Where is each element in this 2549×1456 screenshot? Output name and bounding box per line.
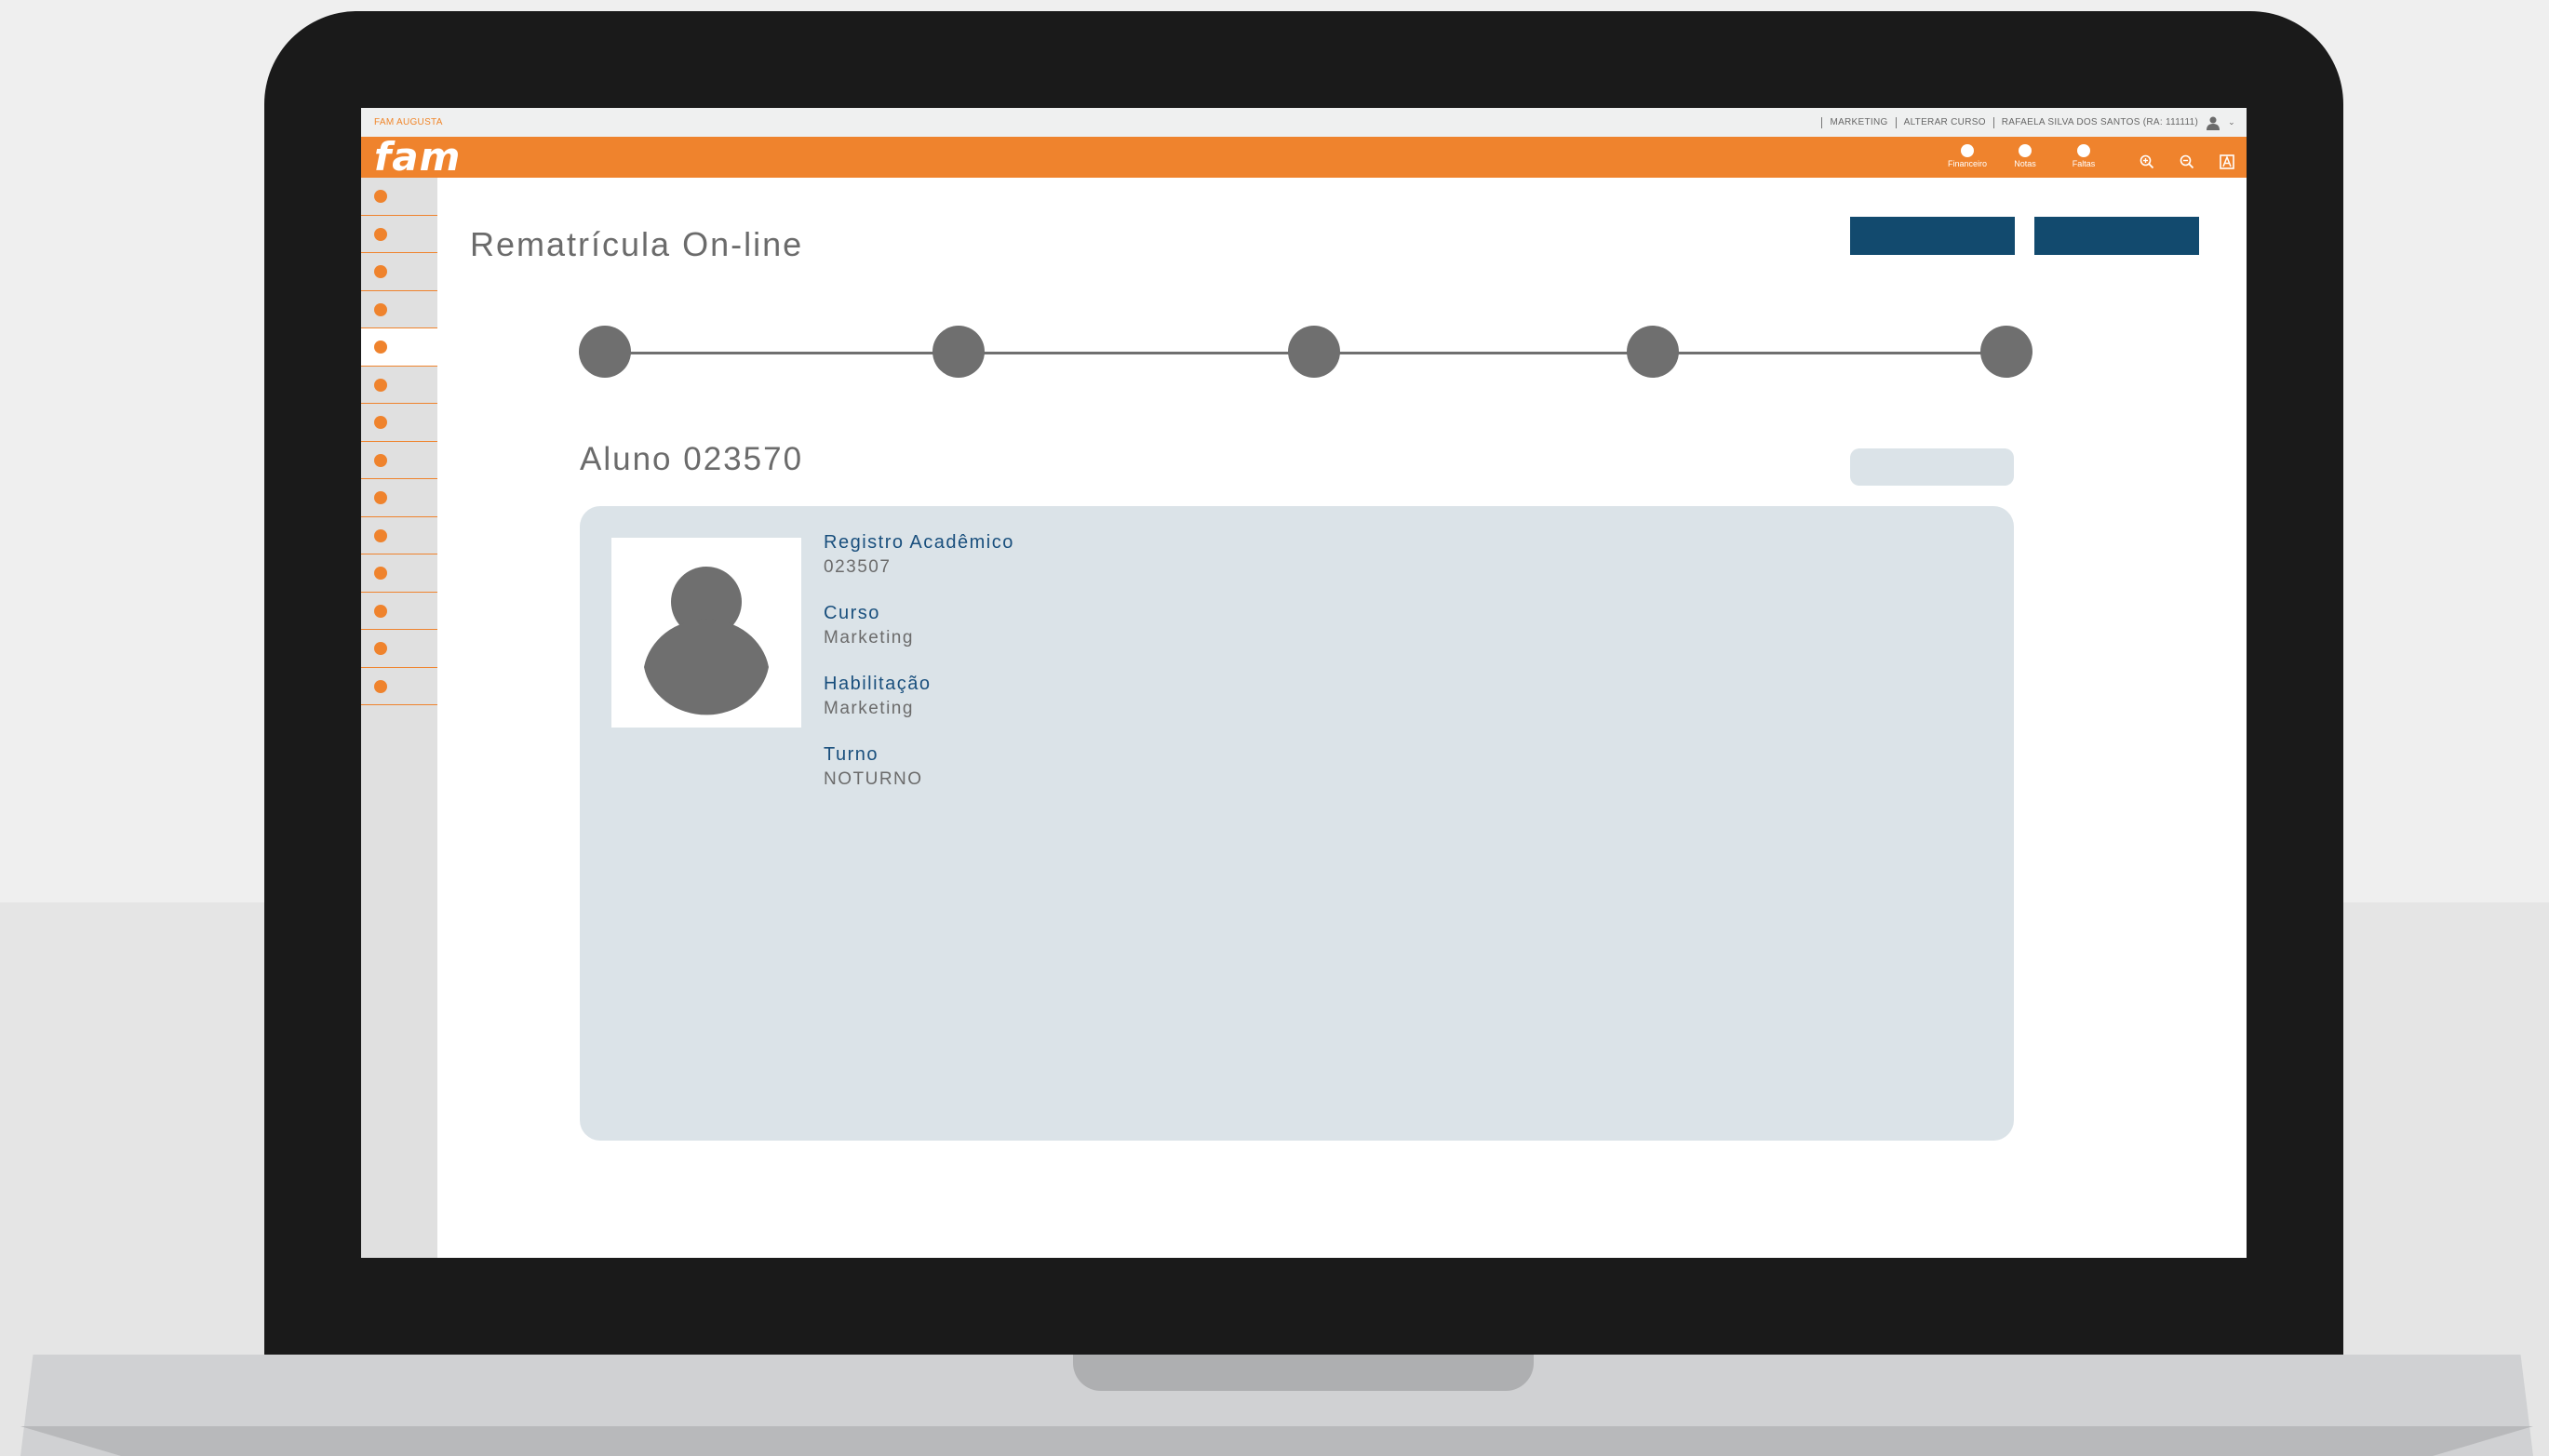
bullet-icon: [374, 604, 387, 618]
sidebar-item-1[interactable]: [361, 178, 437, 216]
sidebar-item-8[interactable]: [361, 442, 437, 479]
avatar: [611, 538, 801, 728]
step-4[interactable]: [1627, 326, 1679, 378]
contrast-icon: [2220, 154, 2234, 169]
student-fields: Registro Acadêmico 023507 Curso Marketin…: [824, 532, 1014, 815]
bullet-icon: [374, 679, 387, 693]
field-value: NOTURNO: [824, 769, 923, 789]
contrast-button[interactable]: [2219, 154, 2235, 170]
top-nav: MARKETING ALTERAR CURSO RAFAELA SILVA DO…: [1821, 108, 2235, 137]
bullet-icon: [374, 491, 387, 504]
step-3[interactable]: [1288, 326, 1340, 378]
field-value: Marketing: [824, 628, 914, 648]
sidebar-item-14[interactable]: [361, 668, 437, 705]
field-label: Habilitação: [824, 674, 932, 694]
bullet-icon: [374, 190, 387, 203]
user-icon[interactable]: [2206, 115, 2220, 130]
zoom-in-button[interactable]: [2139, 154, 2155, 170]
course-link[interactable]: MARKETING: [1830, 117, 1887, 127]
sidebar-item-10[interactable]: [361, 517, 437, 554]
bullet-icon: [374, 642, 387, 655]
zoom-in-icon: [2140, 154, 2154, 169]
user-name-link[interactable]: RAFAELA SILVA DOS SANTOS (RA: 111111): [2002, 117, 2198, 127]
field-label: Turno: [824, 744, 879, 765]
bullet-icon: [374, 227, 387, 241]
sidebar-item-6[interactable]: [361, 367, 437, 404]
sidebar-item-11[interactable]: [361, 554, 437, 593]
header-item-label: Financeiro: [1947, 159, 1988, 168]
header-item-financeiro[interactable]: Financeiro: [1939, 144, 1995, 168]
field-label: Registro Acadêmico: [824, 532, 1014, 553]
app-screen: FAM AUGUSTA MARKETING ALTERAR CURSO RAFA…: [361, 108, 2247, 1258]
header-item-label: Notas: [2014, 159, 2036, 168]
header-item-notas[interactable]: Notas: [1997, 144, 2053, 168]
bullet-icon: [374, 378, 387, 392]
bullet-icon: [374, 528, 387, 542]
zoom-out-button[interactable]: [2179, 154, 2195, 170]
field-label: Curso: [824, 603, 880, 623]
step-5[interactable]: [1980, 326, 2032, 378]
laptop-base-edge: [20, 1426, 2533, 1456]
field-value: 023507: [824, 557, 892, 577]
top-bar: FAM AUGUSTA MARKETING ALTERAR CURSO RAFA…: [361, 108, 2247, 137]
sidebar-item-5[interactable]: [361, 328, 437, 367]
campus-name: FAM AUGUSTA: [374, 117, 443, 127]
circle-icon: [2019, 144, 2032, 157]
sidebar-item-7[interactable]: [361, 404, 437, 442]
main-header: fam Financeiro Notas Faltas: [361, 137, 2247, 178]
bullet-icon: [374, 341, 387, 354]
bullet-icon: [374, 567, 387, 580]
laptop-notch: [1073, 1355, 1534, 1391]
page-title: Rematrícula On-line: [470, 225, 804, 263]
sidebar-item-9[interactable]: [361, 479, 437, 517]
field-turno: Turno NOTURNO: [824, 744, 1014, 790]
divider: [1821, 116, 1823, 128]
action-button-1[interactable]: [1850, 217, 2015, 255]
action-button-2[interactable]: [2034, 217, 2199, 255]
sidebar-item-12[interactable]: [361, 593, 437, 630]
chevron-down-icon[interactable]: ⌄: [2228, 117, 2235, 127]
change-course-link[interactable]: ALTERAR CURSO: [1904, 117, 1986, 127]
field-value: Marketing: [824, 699, 914, 718]
sidebar-item-13[interactable]: [361, 630, 437, 668]
circle-icon: [2077, 144, 2090, 157]
divider: [1992, 116, 1994, 128]
student-action-button[interactable]: [1850, 448, 2014, 486]
progress-stepper: [579, 326, 2032, 380]
header-item-faltas[interactable]: Faltas: [2056, 144, 2112, 168]
user-avatar-icon: [644, 567, 769, 715]
bullet-icon: [374, 453, 387, 467]
field-registro-academico: Registro Acadêmico 023507: [824, 532, 1014, 578]
bullet-icon: [374, 302, 387, 316]
zoom-out-icon: [2180, 154, 2194, 169]
sidebar-item-3[interactable]: [361, 253, 437, 291]
sidebar-item-2[interactable]: [361, 216, 437, 253]
step-1[interactable]: [579, 326, 631, 378]
bullet-icon: [374, 265, 387, 278]
field-habilitacao: Habilitação Marketing: [824, 674, 1014, 719]
field-curso: Curso Marketing: [824, 603, 1014, 648]
student-title: Aluno 023570: [580, 441, 804, 477]
sidebar-item-4[interactable]: [361, 291, 437, 328]
student-info-card: Registro Acadêmico 023507 Curso Marketin…: [580, 506, 2014, 1141]
fam-logo[interactable]: fam: [374, 138, 461, 177]
divider: [1895, 116, 1897, 128]
circle-icon: [1961, 144, 1974, 157]
sidebar: [361, 178, 437, 1258]
step-2[interactable]: [932, 326, 985, 378]
header-item-label: Faltas: [2072, 159, 2096, 168]
bullet-icon: [374, 416, 387, 429]
